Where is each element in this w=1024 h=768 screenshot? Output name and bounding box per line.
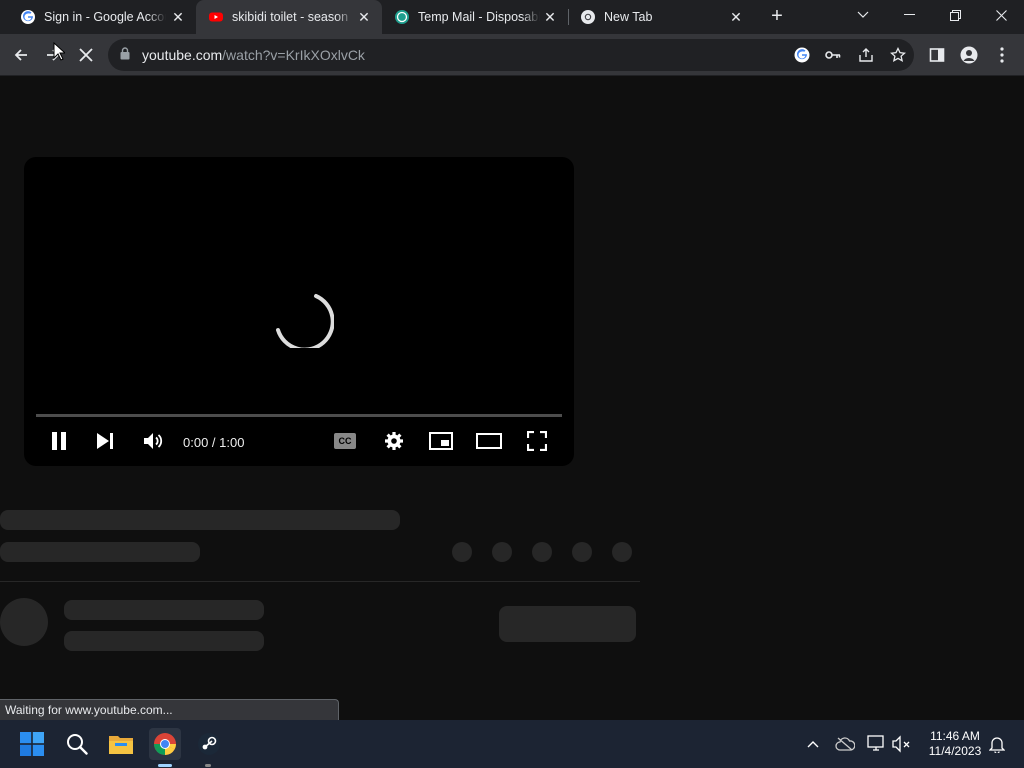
- fullscreen-icon[interactable]: [524, 429, 550, 453]
- onedrive-icon[interactable]: [833, 732, 857, 756]
- google-g-icon: [20, 9, 36, 25]
- skeleton-action-dot: [572, 542, 592, 562]
- volume-icon[interactable]: [140, 429, 166, 453]
- youtube-page: 0:00 / 1:00 CC: [0, 76, 1024, 720]
- lock-icon: [120, 47, 130, 65]
- skeleton-action-dot: [612, 542, 632, 562]
- steam-icon[interactable]: [193, 728, 225, 760]
- chrome-taskbar-icon[interactable]: [149, 728, 181, 760]
- tab-youtube[interactable]: skibidi toilet - season ✕: [196, 0, 382, 34]
- url-host: youtube.com: [142, 47, 223, 63]
- close-icon[interactable]: ✕: [170, 9, 186, 25]
- skeleton-action-dot: [532, 542, 552, 562]
- skeleton-avatar: [0, 598, 48, 646]
- skeleton-action-dot: [452, 542, 472, 562]
- key-icon[interactable]: [823, 45, 843, 65]
- mouse-cursor-icon: [53, 42, 65, 61]
- menu-kebab-icon[interactable]: [989, 42, 1015, 68]
- side-panel-icon[interactable]: [924, 42, 950, 68]
- volume-muted-icon[interactable]: [890, 732, 914, 756]
- tab-temp-mail[interactable]: Temp Mail - Disposable ✕: [382, 0, 568, 34]
- new-tab-button[interactable]: +: [766, 6, 788, 28]
- divider: [0, 581, 640, 582]
- skeleton-subscriber-count: [64, 631, 264, 651]
- loading-spinner-icon: [276, 294, 334, 348]
- profile-avatar-icon[interactable]: [956, 42, 982, 68]
- clock-time: 11:46 AM: [930, 729, 980, 743]
- search-icon[interactable]: [61, 728, 93, 760]
- chevron-up-icon[interactable]: [801, 732, 825, 756]
- address-bar[interactable]: youtube.com/watch?v=KrIkXOxlvCk: [108, 39, 914, 71]
- window-close-icon[interactable]: [978, 0, 1024, 30]
- windows-taskbar: 11:46 AM 11/4/2023: [0, 720, 1024, 768]
- active-app-indicator: [158, 764, 172, 767]
- google-lens-icon[interactable]: [792, 45, 812, 65]
- notification-bell-icon[interactable]: [985, 732, 1009, 756]
- restore-icon[interactable]: [932, 0, 978, 30]
- close-icon[interactable]: ✕: [728, 9, 744, 25]
- clock-date: 11/4/2023: [928, 744, 982, 758]
- video-player[interactable]: 0:00 / 1:00 CC: [24, 157, 574, 466]
- close-icon[interactable]: ✕: [356, 9, 372, 25]
- tab-title: Sign in - Google Accounts: [44, 10, 166, 24]
- back-arrow-icon[interactable]: [8, 42, 34, 68]
- progress-bar[interactable]: [36, 414, 562, 417]
- share-icon[interactable]: [856, 45, 876, 65]
- windows-start-icon[interactable]: [16, 728, 48, 760]
- browser-toolbar: youtube.com/watch?v=KrIkXOxlvCk: [0, 34, 1024, 76]
- tab-strip: Sign in - Google Accounts ✕ skibidi toil…: [0, 0, 1024, 34]
- stop-loading-icon[interactable]: [73, 42, 99, 68]
- chrome-icon: [580, 9, 596, 25]
- network-icon[interactable]: [865, 732, 889, 756]
- tab-search-chevron-icon[interactable]: [840, 0, 886, 30]
- skeleton-channel-name: [64, 600, 264, 620]
- captions-icon[interactable]: CC: [332, 429, 358, 453]
- system-clock[interactable]: 11:46 AM 11/4/2023: [920, 729, 990, 759]
- tab-new-tab[interactable]: New Tab ✕: [568, 0, 754, 34]
- skeleton-subtitle: [0, 542, 200, 562]
- miniplayer-icon[interactable]: [428, 429, 454, 453]
- status-bubble: Waiting for www.youtube.com...: [0, 699, 339, 720]
- close-icon[interactable]: ✕: [542, 9, 558, 25]
- skeleton-title: [0, 510, 400, 530]
- tempmail-icon: [394, 9, 410, 25]
- settings-gear-icon[interactable]: [381, 429, 407, 453]
- bookmark-star-icon[interactable]: [888, 45, 908, 65]
- skeleton-action-dot: [492, 542, 512, 562]
- pause-icon[interactable]: [46, 429, 72, 453]
- captions-label: CC: [334, 433, 356, 449]
- tab-google-signin[interactable]: Sign in - Google Accounts ✕: [0, 0, 196, 34]
- youtube-icon: [208, 9, 224, 25]
- tab-title: skibidi toilet - season: [232, 10, 349, 24]
- tab-title: New Tab: [604, 10, 653, 24]
- file-explorer-icon[interactable]: [105, 728, 137, 760]
- time-display: 0:00 / 1:00: [183, 435, 245, 450]
- minimize-icon[interactable]: [886, 0, 932, 30]
- url-text: youtube.com/watch?v=KrIkXOxlvCk: [142, 47, 365, 63]
- theater-mode-icon[interactable]: [476, 429, 502, 453]
- running-app-indicator: [205, 764, 211, 767]
- next-video-icon[interactable]: [92, 429, 118, 453]
- skeleton-subscribe-button: [499, 606, 636, 642]
- url-path: /watch?v=KrIkXOxlvCk: [222, 47, 365, 63]
- tab-title: Temp Mail - Disposable: [418, 10, 540, 24]
